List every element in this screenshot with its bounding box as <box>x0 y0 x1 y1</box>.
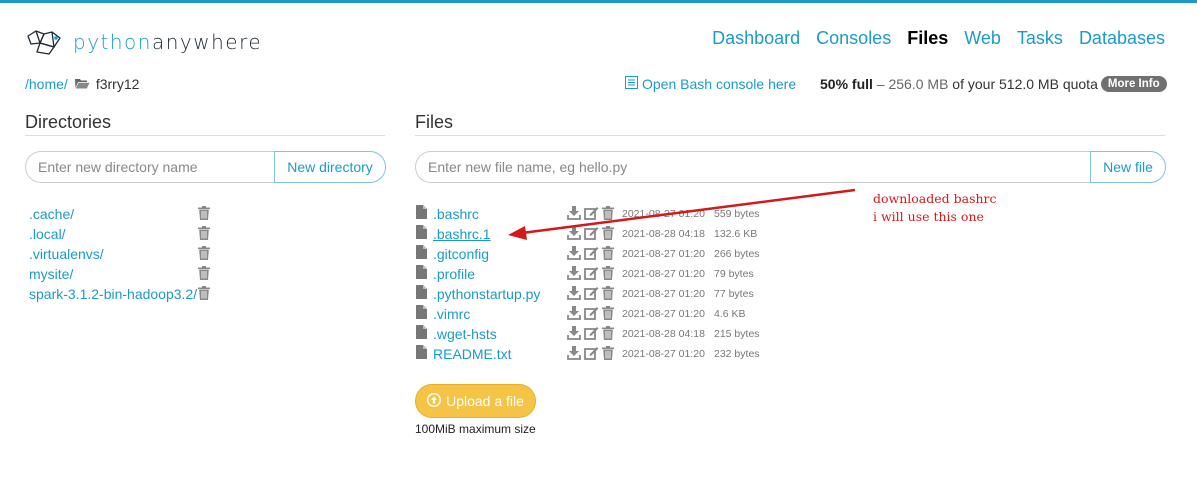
annotation-note: downloaded bashrc i will use this one <box>873 190 997 226</box>
annotation-line-2: i will use this one <box>873 209 984 224</box>
annotation-arrow <box>508 188 856 240</box>
annotation-line-1: downloaded bashrc <box>873 191 997 206</box>
